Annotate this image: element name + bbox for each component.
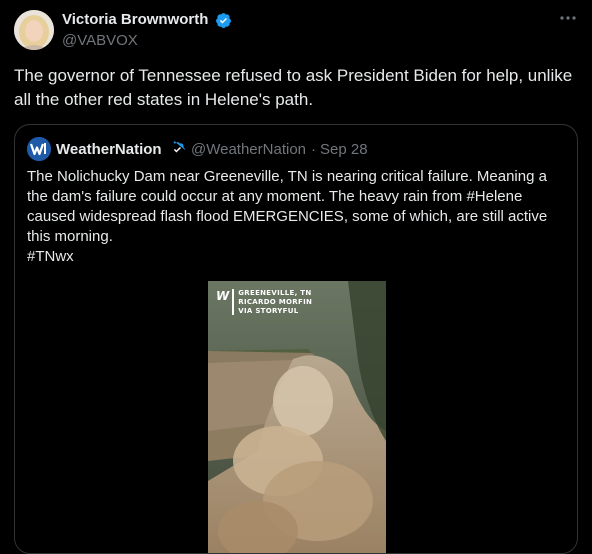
quoted-author-name[interactable]: WeatherNation bbox=[56, 141, 162, 158]
more-horizontal-icon bbox=[560, 16, 576, 20]
flood-video-thumbnail[interactable]: W GREENEVILLE, TN RICARDO MORFIN VIA STO… bbox=[208, 281, 386, 553]
flood-scene-image bbox=[208, 281, 386, 553]
quoted-author-handle[interactable]: @WeatherNation bbox=[191, 141, 306, 158]
watermark-logo: W bbox=[216, 289, 230, 303]
watermark-line: GREENEVILLE, TN bbox=[238, 289, 312, 297]
verified-badge-icon bbox=[216, 13, 231, 29]
quoted-tweet-hashtag[interactable]: #TNwx bbox=[27, 247, 74, 267]
quoted-tweet-text: The Nolichucky Dam near Greeneville, TN … bbox=[27, 168, 548, 245]
author-avatar[interactable] bbox=[14, 10, 54, 50]
tweet-text: The governor of Tennessee refused to ask… bbox=[14, 66, 573, 109]
quoted-tweet-date[interactable]: Sep 28 bbox=[320, 141, 368, 158]
watermark-text: GREENEVILLE, TN RICARDO MORFIN VIA STORY… bbox=[238, 289, 312, 316]
quoted-author-avatar[interactable] bbox=[27, 137, 51, 161]
verified-badge-icon bbox=[173, 141, 185, 153]
author-name[interactable]: Victoria Brownworth bbox=[62, 11, 208, 28]
quoted-tweet[interactable]: WeatherNation @WeatherNation · Sep 28 Th… bbox=[14, 124, 578, 554]
tweet: Victoria Brownworth @VABVOX The governor… bbox=[0, 0, 592, 554]
watermark-line: VIA STORYFUL bbox=[238, 307, 299, 315]
author-handle[interactable]: @VABVOX bbox=[62, 32, 138, 49]
video-watermark: W GREENEVILLE, TN RICARDO MORFIN VIA STO… bbox=[216, 289, 312, 316]
meta-separator: · bbox=[311, 141, 316, 158]
watermark-line: RICARDO MORFIN bbox=[238, 298, 313, 306]
more-options-button[interactable] bbox=[558, 8, 578, 28]
watermark-divider bbox=[232, 289, 235, 315]
